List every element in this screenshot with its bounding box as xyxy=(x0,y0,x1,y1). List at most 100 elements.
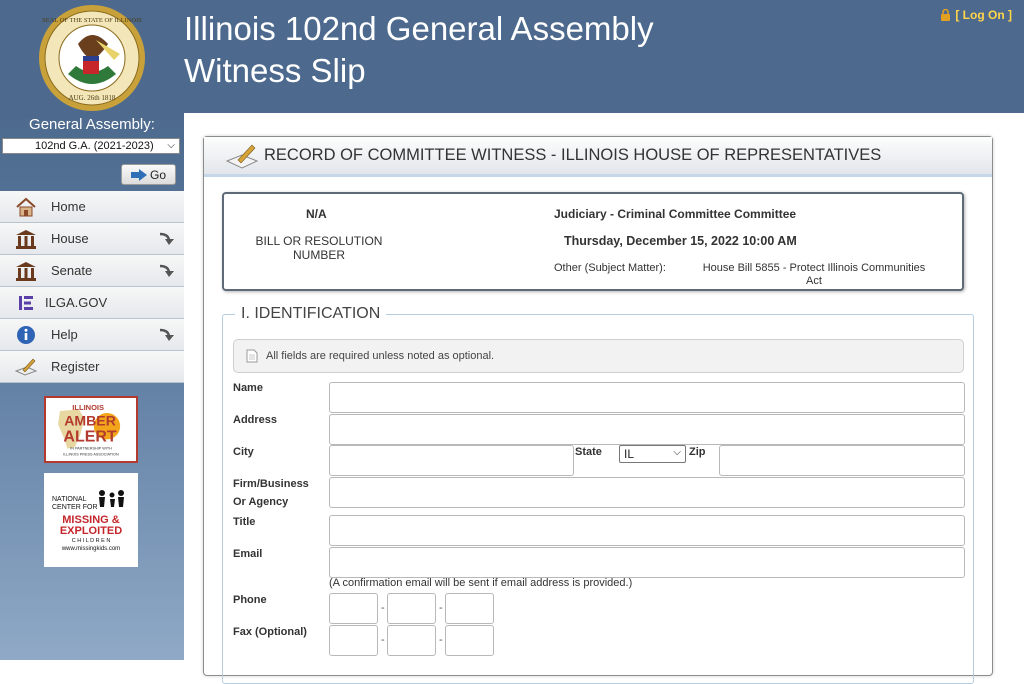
submenu-arrow-icon xyxy=(159,264,174,277)
seal-text-top: SEAL OF THE STATE OF ILLINOIS xyxy=(42,17,142,24)
sidebar-item-senate[interactable]: Senate xyxy=(0,255,184,287)
missing-line4: EXPLOITED xyxy=(60,525,122,537)
sidebar-item-ilga[interactable]: ILGA.GOV xyxy=(0,287,184,319)
amber-line5: ILLINOIS PRESS ASSOCIATION xyxy=(63,452,119,456)
sidebar-item-home[interactable]: Home xyxy=(0,191,184,223)
firm-label-line1: Firm/Business xyxy=(233,478,309,490)
email-note: (A confirmation email will be sent if em… xyxy=(329,577,633,589)
bill-label-line1: BILL OR RESOLUTION xyxy=(255,234,383,248)
missing-line6: www.missingkids.com xyxy=(61,546,120,552)
fax-label: Fax (Optional) xyxy=(233,626,307,638)
zip-input[interactable] xyxy=(719,445,965,476)
phone-dash: - xyxy=(439,602,443,614)
email-label: Email xyxy=(233,548,263,560)
amber-alert-logo[interactable]: ILLINOIS AMBER ALERT IN PARTNERSHIP WITH… xyxy=(44,396,138,463)
house-icon xyxy=(16,197,36,216)
log-on-label: [ Log On ] xyxy=(955,8,1012,22)
title-label: Title xyxy=(233,516,256,528)
bill-label-line2: NUMBER xyxy=(292,248,345,262)
required-fields-note: All fields are required unless noted as … xyxy=(233,339,964,373)
info-icon xyxy=(17,325,35,344)
sidebar: General Assembly: 102nd G.A. (2021-2023)… xyxy=(0,113,184,660)
city-label: City xyxy=(233,446,254,458)
site-title: Illinois 102nd General Assembly Witness … xyxy=(184,8,654,92)
chevron-down-icon: ⌵ xyxy=(673,447,681,458)
pen-paper-icon xyxy=(15,358,37,376)
go-arrow-icon xyxy=(130,168,147,181)
witness-slip-panel: RECORD OF COMMITTEE WITNESS - ILLINOIS H… xyxy=(203,136,993,684)
panel-title: RECORD OF COMMITTEE WITNESS - ILLINOIS H… xyxy=(264,146,882,164)
committee-name: Judiciary - Criminal Committee Committee xyxy=(554,207,797,221)
address-input[interactable] xyxy=(329,414,965,445)
bill-number: N/A xyxy=(306,207,327,221)
phone-label: Phone xyxy=(233,594,267,606)
sidebar-item-label: ILGA.GOV xyxy=(45,295,108,310)
phone-area-input[interactable] xyxy=(329,593,378,624)
amber-line1: ILLINOIS xyxy=(72,403,104,412)
sidebar-item-label: Register xyxy=(51,359,100,374)
hearing-datetime: Thursday, December 15, 2022 10:00 AM xyxy=(564,234,797,248)
page-header: SEAL OF THE STATE OF ILLINOIS AUG. 26th … xyxy=(0,0,1024,113)
missing-line2: CENTER FOR xyxy=(52,504,98,511)
panel-header: RECORD OF COMMITTEE WITNESS - ILLINOIS H… xyxy=(204,137,992,177)
chevron-down-icon: ⌵ xyxy=(167,140,175,151)
required-fields-note-text: All fields are required unless noted as … xyxy=(266,350,495,362)
identification-section: I. IDENTIFICATION All fields are require… xyxy=(222,305,974,684)
name-input[interactable] xyxy=(329,382,965,413)
state-label: State xyxy=(575,446,602,458)
capitol-icon xyxy=(16,229,36,249)
missing-line1: NATIONAL xyxy=(52,496,87,503)
sidebar-item-label: House xyxy=(51,231,89,246)
title-input[interactable] xyxy=(329,515,965,546)
ilga-logo-icon xyxy=(19,295,33,310)
city-input[interactable] xyxy=(329,445,574,476)
general-assembly-selected: 102nd G.A. (2021-2023) xyxy=(35,140,154,152)
zip-label: Zip xyxy=(689,446,706,458)
sidebar-nav: Home House Senate ILGA.GOV Help Register xyxy=(0,191,184,383)
lock-icon xyxy=(941,9,951,21)
phone-dash: - xyxy=(381,602,385,614)
site-title-line2: Witness Slip xyxy=(184,52,366,89)
site-title-line1: Illinois 102nd General Assembly xyxy=(184,10,654,47)
missing-line5: C H I L D R E N xyxy=(72,538,111,544)
amber-line4: IN PARTNERSHIP WITH xyxy=(70,447,112,451)
sidebar-item-label: Help xyxy=(51,327,78,342)
seal-text-bottom: AUG. 26th 1818 xyxy=(69,94,116,102)
sidebar-item-register[interactable]: Register xyxy=(0,351,184,383)
sidebar-item-house[interactable]: House xyxy=(0,223,184,255)
state-seal-logo: SEAL OF THE STATE OF ILLINOIS AUG. 26th … xyxy=(39,5,145,111)
address-label: Address xyxy=(233,414,278,426)
phone-line-input[interactable] xyxy=(445,593,494,624)
firm-label-line2: Or Agency xyxy=(233,496,289,508)
general-assembly-label: General Assembly: xyxy=(29,116,155,133)
document-icon xyxy=(246,349,258,363)
go-button[interactable]: Go xyxy=(121,164,176,185)
identification-legend: I. IDENTIFICATION xyxy=(235,305,387,323)
name-label: Name xyxy=(233,382,263,394)
amber-line3: ALERT xyxy=(63,428,116,445)
other-subject-value-line1: House Bill 5855 - Protect Illinois Commu… xyxy=(702,262,926,274)
submenu-arrow-icon xyxy=(159,328,174,341)
general-assembly-select[interactable]: 102nd G.A. (2021-2023) ⌵ xyxy=(2,138,180,154)
state-selected: IL xyxy=(624,447,635,461)
amber-line2: AMBER xyxy=(64,412,116,428)
hearing-info-box: N/A BILL OR RESOLUTION NUMBER Judiciary … xyxy=(222,192,964,291)
firm-input[interactable] xyxy=(329,477,965,508)
capitol-icon xyxy=(16,261,36,281)
sidebar-item-label: Home xyxy=(51,199,86,214)
state-select[interactable]: IL ⌵ xyxy=(619,445,686,463)
pen-paper-icon xyxy=(226,144,258,169)
fax-prefix-input[interactable] xyxy=(387,625,436,656)
other-subject-value-line2: Act xyxy=(806,275,822,287)
fax-line-input[interactable] xyxy=(445,625,494,656)
missing-exploited-children-logo[interactable]: NATIONAL CENTER FOR MISSING & EXPLOITED … xyxy=(44,473,138,567)
log-on-link[interactable]: [ Log On ] xyxy=(940,8,1012,22)
sidebar-item-help[interactable]: Help xyxy=(0,319,184,351)
fax-dash: - xyxy=(439,634,443,646)
phone-prefix-input[interactable] xyxy=(387,593,436,624)
email-input[interactable] xyxy=(329,547,965,578)
go-label: Go xyxy=(149,167,166,182)
fax-area-input[interactable] xyxy=(329,625,378,656)
sidebar-item-label: Senate xyxy=(51,263,93,278)
other-subject-label: Other (Subject Matter): xyxy=(554,262,666,274)
